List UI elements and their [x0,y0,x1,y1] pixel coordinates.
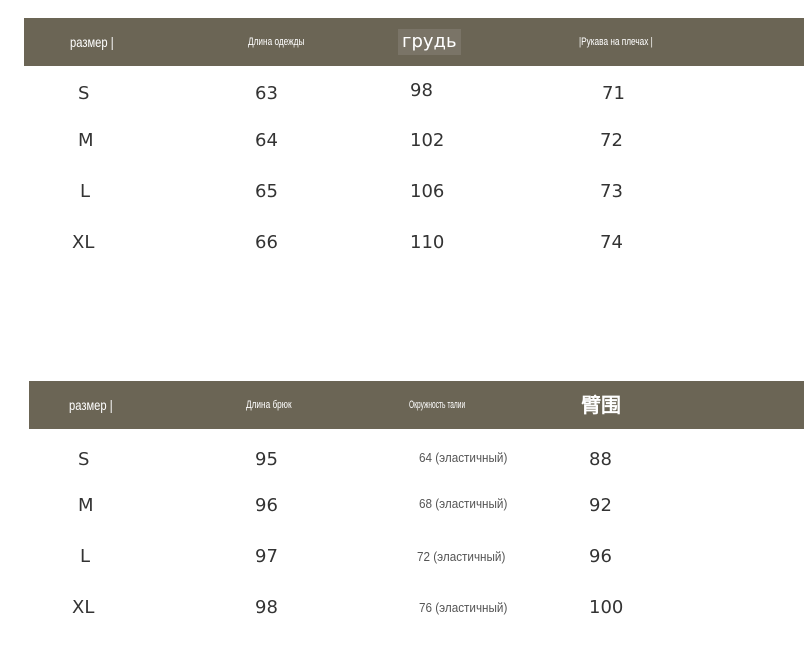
table-row: S 63 98 71 [0,79,804,109]
header-arm-circumference: 臂围 [581,393,621,417]
arm-cell: 92 [589,495,612,516]
sleeve-cell: 72 [600,130,623,151]
header-chest: грудь [398,29,461,55]
size-cell: L [80,546,91,567]
header-garment-length: Длина одежды [248,36,305,48]
header-waist: Окружность талии [409,399,466,411]
trouser-length-cell: 96 [255,495,278,516]
sleeve-cell: 73 [600,181,623,202]
sleeve-cell: 74 [600,232,623,253]
waist-cell: 72 (эластичный) [417,549,506,564]
header-size-top: размер | [70,34,114,50]
top-table-header: размер | Длина одежды грудь |Рукава на п… [24,18,804,66]
arm-cell: 100 [589,597,624,618]
trouser-length-cell: 98 [255,597,278,618]
table-row: S 95 64 (эластичный) 88 [0,445,804,475]
length-cell: 65 [255,181,278,202]
table-row: XL 98 76 (эластичный) 100 [0,593,804,623]
header-trouser-length: Длина брюк [246,399,292,411]
length-cell: 64 [255,130,278,151]
size-cell: M [78,130,94,151]
size-cell: S [78,83,90,104]
bottom-table-header: размер | Длина брюк Окружность талии 臂围 [29,381,804,429]
chest-cell: 102 [410,130,445,151]
chest-cell: 106 [410,181,445,202]
size-chart-page: размер | Длина одежды грудь |Рукава на п… [0,0,804,647]
table-row: L 97 72 (эластичный) 96 [0,542,804,572]
waist-cell: 64 (эластичный) [419,450,508,465]
size-cell: S [78,449,90,470]
size-cell: L [80,181,91,202]
length-cell: 63 [255,83,278,104]
chest-cell: 98 [410,80,433,101]
arm-cell: 96 [589,546,612,567]
arm-cell: 88 [589,449,612,470]
sleeve-cell: 71 [602,83,625,104]
size-cell: XL [72,597,95,618]
table-row: M 96 68 (эластичный) 92 [0,491,804,521]
table-row: XL 66 110 74 [0,228,804,258]
trouser-length-cell: 97 [255,546,278,567]
table-row: L 65 106 73 [0,177,804,207]
waist-cell: 76 (эластичный) [419,600,508,615]
header-sleeve-shoulder: |Рукава на плечах | [579,36,653,48]
length-cell: 66 [255,232,278,253]
table-row: M 64 102 72 [0,126,804,156]
chest-cell: 110 [410,232,445,253]
waist-cell: 68 (эластичный) [419,496,508,511]
size-cell: M [78,495,94,516]
trouser-length-cell: 95 [255,449,278,470]
header-size-bottom: размер | [69,397,113,413]
size-cell: XL [72,232,95,253]
